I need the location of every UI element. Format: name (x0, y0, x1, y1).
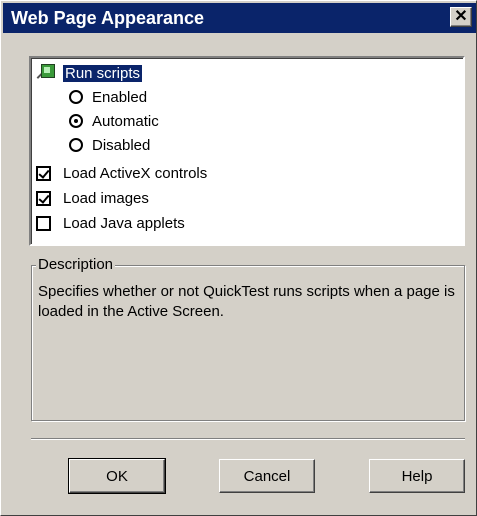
description-heading: Description (36, 256, 116, 273)
radio-button[interactable] (69, 90, 83, 104)
checkbox[interactable] (36, 215, 51, 231)
checkbox[interactable] (36, 190, 51, 206)
cancel-button[interactable]: Cancel (219, 459, 315, 493)
radio-button-selected[interactable] (69, 114, 83, 128)
checkbox[interactable] (36, 165, 51, 181)
close-icon[interactable]: ✕ (450, 7, 472, 27)
checkbox-images[interactable]: Load images (36, 187, 149, 209)
ok-button[interactable]: OK (68, 458, 166, 494)
checkbox-label: Load Java applets (63, 214, 185, 232)
checkbox-label: Load images (63, 189, 149, 207)
description-text: Specifies whether or not QuickTest runs … (38, 283, 455, 320)
checkbox-label: Load ActiveX controls (63, 164, 208, 182)
options-list[interactable]: Run scripts Enabled Automatic Disabled L… (29, 56, 465, 246)
radio-enabled[interactable]: Enabled (69, 86, 147, 108)
dialog-window: Web Page Appearance ✕ Run scripts Enable… (0, 0, 477, 516)
radio-automatic[interactable]: Automatic (69, 110, 159, 132)
radio-label: Disabled (92, 136, 151, 154)
help-button[interactable]: Help (369, 459, 465, 493)
tree-node-icon (35, 63, 57, 83)
radio-button[interactable] (69, 138, 83, 152)
radio-disabled[interactable]: Disabled (69, 134, 150, 156)
radio-label: Enabled (92, 88, 148, 106)
separator (31, 438, 465, 440)
run-scripts-item[interactable]: Run scripts (35, 62, 143, 84)
window-title: Web Page Appearance (11, 8, 205, 28)
description-group: Description Specifies whether or not Qui… (31, 256, 465, 421)
radio-label: Automatic (92, 112, 159, 130)
title-bar[interactable]: Web Page Appearance ✕ (3, 3, 476, 33)
run-scripts-label: Run scripts (63, 64, 143, 82)
checkbox-activex[interactable]: Load ActiveX controls (36, 162, 207, 184)
checkbox-java[interactable]: Load Java applets (36, 212, 185, 234)
